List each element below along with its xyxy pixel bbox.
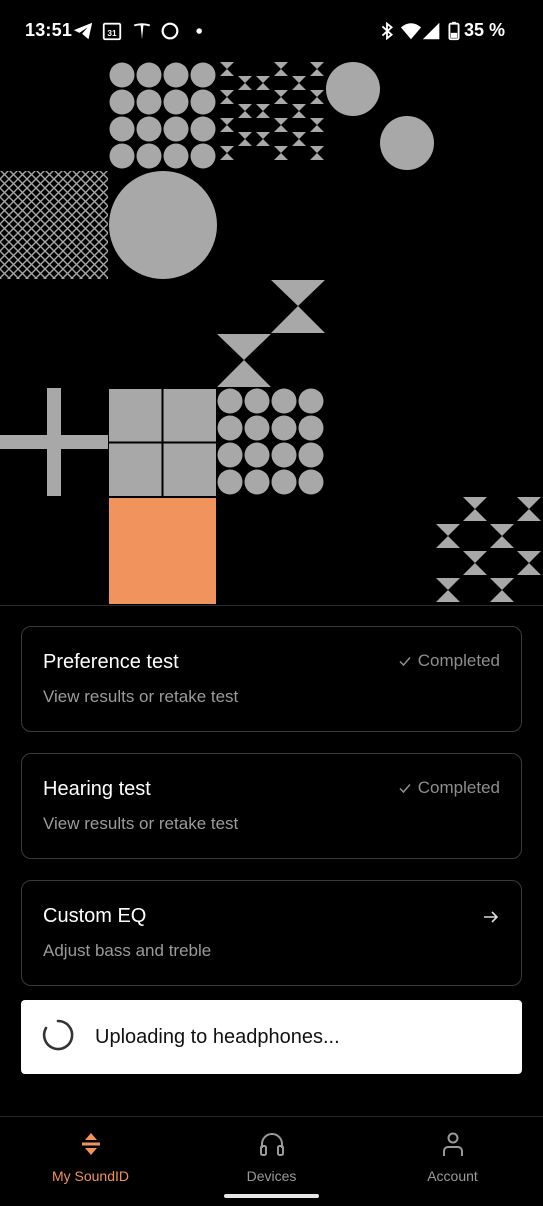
card-subtitle: View results or retake test: [43, 687, 239, 706]
battery-icon: [448, 21, 460, 41]
preference-test-card[interactable]: Preference test View results or retake t…: [21, 626, 522, 732]
card-title: Custom EQ: [43, 905, 147, 927]
card-title: Preference test: [43, 651, 179, 673]
card-subtitle: View results or retake test: [43, 814, 239, 833]
circle-shape: [326, 62, 380, 116]
lattice-block: [0, 171, 108, 279]
toast-message: Uploading to headphones...: [95, 1026, 340, 1048]
check-icon: [399, 657, 411, 667]
status-text: Completed: [417, 651, 500, 670]
big-circle-shape: [109, 171, 217, 279]
hearing-test-card[interactable]: Hearing test View results or retake test…: [21, 753, 522, 859]
status-bar: 13:51 31 35 %: [0, 0, 543, 62]
loading-spinner-icon: [42, 1019, 74, 1051]
hero-divider: [0, 605, 543, 606]
person-icon: [442, 1132, 463, 1156]
orange-block: [109, 498, 216, 604]
calendar-icon: 31: [102, 22, 122, 41]
circle-shape: [380, 116, 434, 170]
status-badge: Completed: [398, 651, 500, 671]
nav-label: Account: [427, 1168, 478, 1184]
tesla-icon: [133, 23, 151, 40]
status-time: 13:51: [25, 20, 73, 40]
bluetooth-icon: [381, 21, 393, 41]
hourglass-large: [217, 280, 325, 387]
card-subtitle: Adjust bass and treble: [43, 941, 212, 960]
circle-icon: [161, 22, 179, 40]
card-title: Hearing test: [43, 778, 151, 800]
upload-toast: Uploading to headphones...: [21, 1000, 522, 1074]
status-badge: Completed: [398, 778, 500, 798]
bottom-nav: My SoundID Devices Account: [0, 1116, 543, 1206]
wifi-icon: [400, 23, 422, 40]
circle-grid-top: [109, 62, 216, 169]
dot-icon: [196, 28, 202, 34]
nav-label: My SoundID: [51, 1168, 130, 1184]
plus-shape: [0, 388, 108, 496]
signal-icon: [422, 22, 440, 40]
hero-artwork: [0, 62, 541, 604]
headphones-icon: [259, 1133, 284, 1156]
circle-grid-middle: [217, 388, 324, 495]
status-text: Completed: [417, 778, 500, 797]
hourglass-grid-bottom: [436, 497, 541, 602]
arrow-right-icon: [484, 911, 499, 923]
home-indicator[interactable]: [224, 1194, 319, 1198]
hourglass-grid-top: [220, 62, 324, 160]
check-icon: [399, 784, 411, 794]
nav-item-devices[interactable]: Devices: [181, 1117, 362, 1206]
battery-percent: 35 %: [464, 20, 506, 40]
square-grid: [109, 389, 216, 496]
telegram-icon: [73, 22, 93, 40]
soundid-icon: [81, 1133, 100, 1155]
custom-eq-card[interactable]: Custom EQ Adjust bass and treble: [21, 880, 522, 986]
nav-item-my-soundid[interactable]: My SoundID: [0, 1117, 181, 1206]
svg-text:31: 31: [107, 29, 117, 38]
nav-item-account[interactable]: Account: [362, 1117, 543, 1206]
nav-label: Devices: [246, 1168, 297, 1184]
